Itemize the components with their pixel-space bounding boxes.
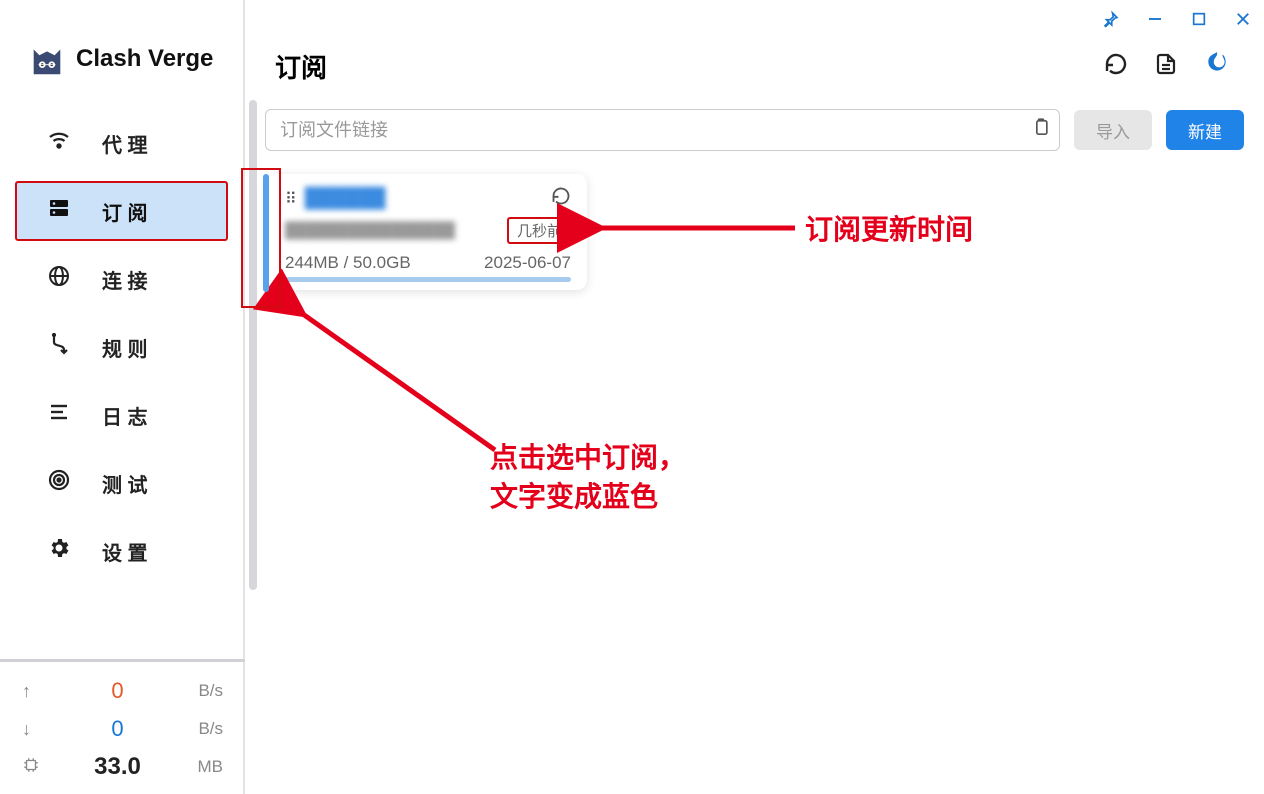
- sidebar-item-label: 测 试: [102, 469, 148, 498]
- page-title: 订阅: [275, 48, 1090, 85]
- sidebar-item-subscription[interactable]: 订 阅: [16, 182, 227, 240]
- upload-speed: 0: [56, 678, 179, 704]
- sidebar-item-rules[interactable]: 规 则: [16, 318, 227, 376]
- sidebar-item-label: 连 接: [102, 265, 148, 294]
- sidebar-item-label: 设 置: [102, 537, 148, 566]
- window-controls: [1100, 8, 1254, 30]
- stat-download: ↓ 0 B/s: [22, 710, 223, 748]
- upload-unit: B/s: [179, 681, 223, 701]
- url-input-container: [265, 109, 1060, 151]
- annotation-select-profile: 点击选中订阅， 文字变成蓝色: [490, 438, 686, 516]
- drag-handle-icon[interactable]: ⠿: [285, 189, 295, 209]
- memory-usage: 33.0: [56, 753, 179, 781]
- sidebar-item-settings[interactable]: 设 置: [16, 522, 227, 580]
- annotation-update-time: 订阅更新时间: [805, 210, 973, 249]
- import-button[interactable]: 导入: [1074, 110, 1152, 150]
- sidebar-item-label: 代 理: [102, 129, 148, 158]
- gear-icon: [46, 536, 72, 566]
- arrow-up-icon: ↑: [22, 681, 56, 702]
- fire-icon[interactable]: [1204, 50, 1230, 83]
- target-icon: [46, 468, 72, 498]
- arrow-down-icon: ↓: [22, 719, 56, 740]
- sidebar: Clash Verge 代 理 订 阅 连 接 规 则 日 志 测 试: [0, 0, 245, 794]
- scrollbar[interactable]: [249, 100, 257, 590]
- app-name: Clash Verge: [76, 45, 213, 73]
- wifi-icon: [46, 128, 72, 158]
- minimize-icon[interactable]: [1144, 8, 1166, 30]
- profile-host: ████████████████: [285, 222, 508, 239]
- new-button[interactable]: 新建: [1166, 110, 1244, 150]
- sidebar-item-label: 日 志: [102, 401, 148, 430]
- download-speed: 0: [56, 716, 179, 742]
- cat-logo-icon: [28, 40, 66, 78]
- dns-icon: [46, 196, 72, 226]
- profile-update-time: 几秒前: [508, 218, 571, 243]
- profile-date: 2025-06-07: [484, 253, 571, 273]
- main-panel: 订阅 导入 新建 ⠿ ██████: [245, 0, 1264, 794]
- logs-icon: [46, 400, 72, 430]
- refresh-all-icon[interactable]: [1104, 52, 1128, 82]
- profile-usage: 244MB / 50.0GB: [285, 253, 411, 273]
- file-icon[interactable]: [1154, 52, 1178, 82]
- stats-panel: ↑ 0 B/s ↓ 0 B/s 33.0 MB: [0, 659, 245, 794]
- memory-unit: MB: [179, 757, 223, 777]
- profile-name: ██████: [305, 188, 541, 210]
- subscription-url-input[interactable]: [280, 120, 1017, 141]
- app-logo: Clash Verge: [0, 0, 243, 104]
- maximize-icon[interactable]: [1188, 8, 1210, 30]
- download-unit: B/s: [179, 719, 223, 739]
- sidebar-item-test[interactable]: 测 试: [16, 454, 227, 512]
- stat-upload: ↑ 0 B/s: [22, 672, 223, 710]
- refresh-icon[interactable]: [551, 186, 571, 212]
- stat-memory: 33.0 MB: [22, 748, 223, 786]
- toolbar: 导入 新建: [245, 101, 1264, 165]
- sidebar-item-label: 规 则: [102, 333, 148, 362]
- pin-icon[interactable]: [1100, 8, 1122, 30]
- sidebar-item-connections[interactable]: 连 接: [16, 250, 227, 308]
- profile-active-indicator: [263, 174, 269, 292]
- close-icon[interactable]: [1232, 8, 1254, 30]
- profile-card[interactable]: ⠿ ██████ ████████████████ 几秒前 244MB / 50…: [267, 174, 587, 290]
- sidebar-item-proxy[interactable]: 代 理: [16, 114, 227, 172]
- clipboard-icon[interactable]: [1031, 118, 1051, 143]
- globe-icon: [46, 264, 72, 294]
- fork-icon: [46, 332, 72, 362]
- chip-icon: [22, 756, 56, 779]
- profile-progress: [285, 277, 571, 282]
- sidebar-item-logs[interactable]: 日 志: [16, 386, 227, 444]
- sidebar-item-label: 订 阅: [102, 197, 148, 226]
